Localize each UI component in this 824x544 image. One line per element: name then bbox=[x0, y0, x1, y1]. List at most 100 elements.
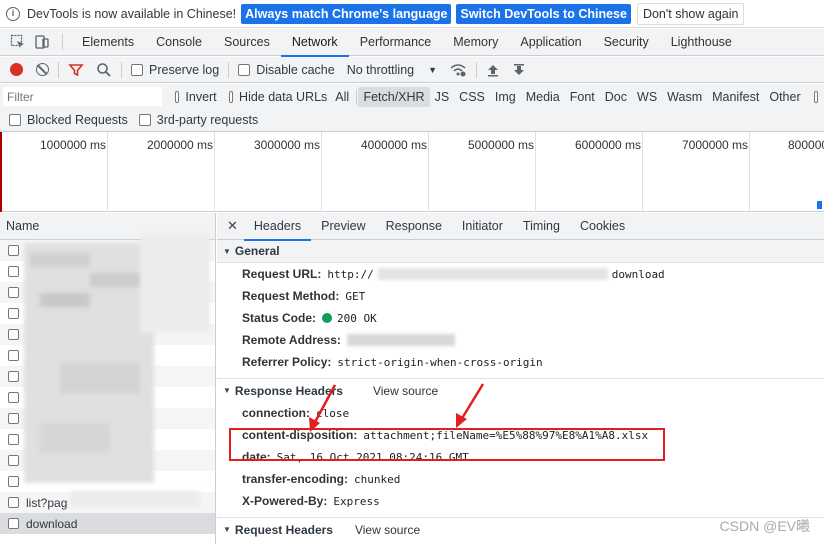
main-tabbar: Elements Console Sources Network Perform… bbox=[0, 29, 824, 57]
chevron-down-icon[interactable]: ▼ bbox=[428, 65, 437, 75]
request-url-row: Request URL: http:// download bbox=[217, 263, 824, 285]
referrer-policy-value: strict-origin-when-cross-origin bbox=[337, 355, 543, 369]
redacted-area bbox=[140, 233, 210, 333]
infobar-message: DevTools is now available in Chinese! bbox=[27, 6, 237, 21]
response-headers-section-header[interactable]: ▼ Response Headers View source bbox=[217, 379, 824, 402]
header-key: X-Powered-By: bbox=[242, 494, 328, 508]
remote-address-key: Remote Address: bbox=[242, 333, 341, 347]
match-language-button[interactable]: Always match Chrome's language bbox=[241, 3, 452, 24]
disable-cache-checkbox[interactable] bbox=[238, 63, 251, 76]
request-method-key: Request Method: bbox=[242, 289, 340, 303]
detail-tab-timing[interactable]: Timing bbox=[513, 213, 570, 240]
status-code-value: 200 OK bbox=[337, 311, 377, 325]
detail-tab-cookies[interactable]: Cookies bbox=[570, 213, 635, 240]
type-css[interactable]: CSS bbox=[454, 87, 490, 107]
tab-network[interactable]: Network bbox=[280, 29, 349, 57]
header-value: Express bbox=[333, 494, 380, 508]
preserve-log-label: Preserve log bbox=[149, 62, 220, 77]
type-ws[interactable]: WS bbox=[632, 87, 662, 107]
remote-address-row: Remote Address: bbox=[217, 329, 824, 351]
timeline-label: 7000000 ms bbox=[682, 138, 749, 152]
tab-sources[interactable]: Sources bbox=[213, 29, 281, 56]
detail-tab-initiator[interactable]: Initiator bbox=[452, 213, 513, 240]
timeline-gridline bbox=[749, 132, 750, 212]
highlight-annotation-box bbox=[229, 428, 665, 461]
record-icon[interactable] bbox=[10, 63, 23, 76]
redacted-area bbox=[40, 423, 110, 453]
tab-elements[interactable]: Elements bbox=[71, 29, 145, 56]
header-key: connection: bbox=[242, 406, 310, 420]
request-detail-pane: ✕ Headers Preview Response Initiator Tim… bbox=[217, 213, 824, 544]
clear-icon[interactable] bbox=[36, 63, 49, 76]
timeline-gridline bbox=[642, 132, 643, 212]
detail-tab-response[interactable]: Response bbox=[376, 213, 452, 240]
tab-lighthouse[interactable]: Lighthouse bbox=[660, 29, 743, 56]
type-wasm[interactable]: Wasm bbox=[662, 87, 707, 107]
filter-funnel-icon[interactable] bbox=[68, 62, 84, 78]
switch-chinese-button[interactable]: Switch DevTools to Chinese bbox=[456, 3, 631, 24]
timeline-start-marker bbox=[0, 132, 2, 212]
dont-show-button[interactable]: Don't show again bbox=[636, 2, 745, 25]
watermark: CSDN @EV曦 bbox=[719, 518, 810, 534]
download-icon[interactable] bbox=[512, 63, 526, 77]
header-value: close bbox=[316, 406, 350, 420]
search-icon[interactable] bbox=[96, 62, 112, 78]
filter-input[interactable] bbox=[3, 87, 162, 106]
redacted-area bbox=[70, 491, 200, 507]
type-all[interactable]: All bbox=[330, 87, 354, 107]
timeline-overview[interactable]: 1000000 ms 2000000 ms 3000000 ms 4000000… bbox=[0, 132, 824, 212]
request-headers-title: Request Headers bbox=[234, 522, 333, 537]
disable-cache-label: Disable cache bbox=[256, 62, 335, 77]
view-source-link[interactable]: View source bbox=[373, 384, 438, 398]
request-row-download[interactable]: download bbox=[0, 513, 215, 534]
tab-security[interactable]: Security bbox=[593, 29, 660, 56]
type-doc[interactable]: Doc bbox=[600, 87, 632, 107]
tab-console[interactable]: Console bbox=[145, 29, 213, 56]
network-toolbar: Preserve log Disable cache No throttling… bbox=[0, 57, 824, 83]
tab-memory[interactable]: Memory bbox=[442, 29, 509, 56]
detail-tab-preview[interactable]: Preview bbox=[311, 213, 375, 240]
request-url-tail: download bbox=[611, 267, 665, 281]
status-code-row: Status Code: 200 OK bbox=[217, 307, 824, 329]
blocked-requests-label: Blocked Requests bbox=[27, 113, 128, 127]
toolbar-separator bbox=[58, 61, 59, 78]
type-fetch-xhr[interactable]: Fetch/XHR bbox=[358, 86, 430, 107]
type-media[interactable]: Media bbox=[521, 87, 565, 107]
preserve-log-checkbox[interactable] bbox=[131, 63, 143, 76]
type-img[interactable]: Img bbox=[490, 87, 521, 107]
tab-application[interactable]: Application bbox=[509, 29, 592, 56]
tab-performance[interactable]: Performance bbox=[349, 29, 443, 56]
timeline-gridline bbox=[428, 132, 429, 212]
blocked-requests-checkbox[interactable] bbox=[9, 114, 21, 126]
timeline-label: 4000000 ms bbox=[361, 138, 428, 152]
timeline-label: 2000000 ms bbox=[147, 138, 214, 152]
type-js[interactable]: JS bbox=[430, 87, 455, 107]
timeline-label: 6000000 ms bbox=[575, 138, 642, 152]
redacted-area bbox=[30, 253, 90, 267]
request-method-row: Request Method: GET bbox=[217, 285, 824, 307]
hide-data-urls-checkbox[interactable] bbox=[228, 90, 234, 103]
wifi-settings-icon[interactable] bbox=[449, 62, 467, 78]
filter-bar: Invert Hide data URLs All Fetch/XHR JS C… bbox=[0, 84, 824, 109]
header-transfer-encoding-row: transfer-encoding: chunked bbox=[217, 468, 824, 490]
triangle-down-icon: ▼ bbox=[223, 246, 231, 256]
type-manifest[interactable]: Manifest bbox=[707, 87, 764, 107]
detail-tab-headers[interactable]: Headers bbox=[243, 213, 312, 241]
timeline-label: 1000000 ms bbox=[40, 138, 107, 152]
device-toggle-icon[interactable] bbox=[34, 34, 50, 50]
type-other[interactable]: Other bbox=[764, 87, 805, 107]
redacted-url bbox=[377, 268, 608, 280]
general-section-header[interactable]: ▼ General bbox=[217, 240, 824, 263]
timeline-gridline bbox=[321, 132, 322, 212]
throttling-select[interactable]: No throttling bbox=[347, 63, 414, 77]
third-party-checkbox[interactable] bbox=[138, 114, 151, 126]
timeline-gridline bbox=[214, 132, 215, 212]
invert-checkbox[interactable] bbox=[175, 90, 180, 103]
view-source-link[interactable]: View source bbox=[355, 523, 420, 537]
has-blocked-cookies-checkbox[interactable] bbox=[813, 90, 819, 103]
upload-icon[interactable] bbox=[486, 63, 500, 77]
inspect-icon[interactable] bbox=[10, 34, 26, 50]
close-icon[interactable]: ✕ bbox=[227, 218, 238, 234]
response-headers-title: Response Headers bbox=[234, 383, 343, 398]
type-font[interactable]: Font bbox=[565, 87, 600, 107]
